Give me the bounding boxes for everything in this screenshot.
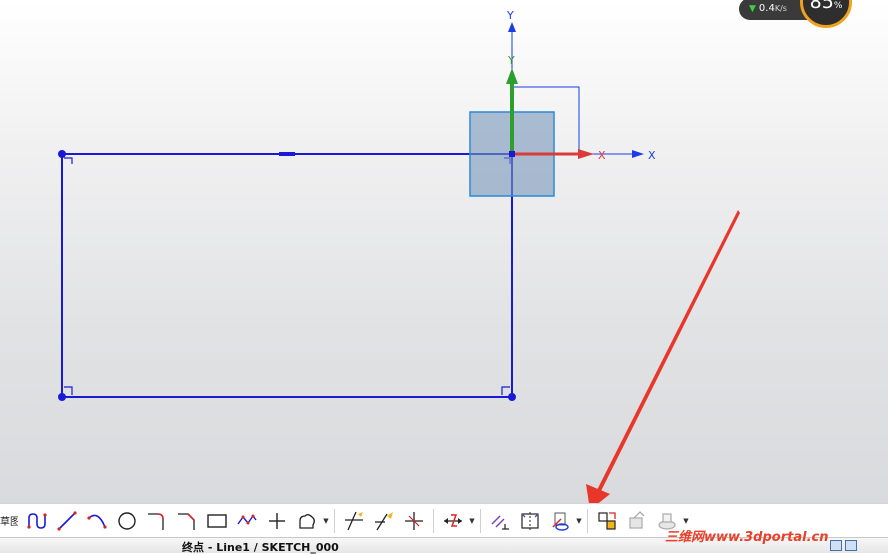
annotation-arrow-head-icon — [586, 484, 610, 503]
sketch-vertex[interactable] — [58, 150, 66, 158]
selection-filter-icon[interactable] — [830, 540, 842, 551]
point-icon — [269, 512, 285, 529]
x-axis-label: X — [648, 149, 656, 162]
status-icons — [830, 540, 857, 551]
y-axis-arrow-icon — [508, 22, 516, 32]
polygon-button[interactable] — [234, 508, 260, 534]
show-sketch-constraints-icon — [552, 512, 569, 531]
dropdown-arrow-icon: ▼ — [469, 516, 475, 525]
horizontal-constraint-icon — [279, 152, 295, 156]
sketch-vertex[interactable] — [58, 393, 66, 401]
sketch-rectangle[interactable] — [61, 153, 513, 398]
offset-curve-icon — [299, 513, 315, 529]
graphics-viewport[interactable]: Y X X Y ▼ 0.4K/s 85% — [0, 0, 888, 503]
geometric-constraints-button[interactable] — [487, 508, 513, 534]
make-corner-button[interactable] — [401, 508, 427, 534]
x-handle-label: X — [598, 149, 606, 162]
download-arrow-icon: ▼ — [749, 4, 756, 14]
window-layout-icon[interactable] — [845, 540, 857, 551]
line-icon — [57, 510, 77, 531]
x-axis-arrow-icon — [632, 150, 644, 158]
rectangle-button[interactable] — [204, 508, 230, 534]
point-button[interactable] — [264, 508, 290, 534]
toolbar-separator — [587, 508, 588, 533]
arc-button[interactable] — [84, 508, 110, 534]
make-symmetric-icon — [521, 511, 539, 530]
chamfer-button[interactable] — [174, 508, 200, 534]
geometric-constraints-icon — [491, 515, 509, 530]
perpendicular-constraint-icon — [501, 386, 510, 395]
fillet-icon — [148, 512, 164, 530]
x-handle-arrow-icon[interactable] — [578, 149, 594, 159]
y-handle-label: Y — [507, 54, 515, 67]
profile-button[interactable] — [24, 508, 50, 534]
inferred-constraints-button[interactable] — [624, 508, 650, 534]
profile-icon — [27, 512, 47, 529]
quick-extend-icon — [375, 511, 393, 530]
network-speed-value: 0.4 — [758, 3, 775, 14]
line-button[interactable] — [54, 508, 80, 534]
dimension-dropdown[interactable]: ▼ — [468, 508, 476, 534]
fillet-button[interactable] — [144, 508, 170, 534]
network-speed-widget[interactable]: ▼ 0.4K/s 85% — [739, 0, 857, 36]
toolbar-separator — [433, 508, 434, 533]
percent-sign: % — [833, 1, 843, 11]
y-axis-label: Y — [506, 9, 514, 22]
rapid-dimension-button[interactable] — [440, 508, 466, 534]
quick-trim-button[interactable] — [341, 508, 367, 534]
circle-button[interactable] — [114, 508, 140, 534]
circle-icon — [118, 511, 136, 530]
alternate-solution-icon — [598, 511, 616, 530]
watermark-text: 三维网www.3dportal.cn — [665, 530, 829, 545]
constraint-dropdown[interactable]: ▼ — [575, 508, 583, 534]
sketch-vertex[interactable] — [508, 393, 516, 401]
rectangle-icon — [207, 513, 227, 528]
alternate-solution-button[interactable] — [594, 508, 620, 534]
memory-usage-circle[interactable]: 85% — [800, 0, 852, 28]
offset-curve-button[interactable] — [294, 508, 320, 534]
sketch-origin-marker[interactable] — [509, 151, 515, 157]
perpendicular-constraint-icon — [64, 157, 73, 164]
perpendicular-constraint-icon — [64, 386, 73, 395]
toolbar-separator — [480, 508, 481, 533]
dropdown-arrow-icon: ▼ — [323, 516, 329, 525]
quick-extend-button[interactable] — [371, 508, 397, 534]
quick-trim-icon — [345, 511, 363, 530]
toolbar-separator — [334, 508, 335, 533]
network-speed-unit: K/s — [774, 4, 787, 13]
y-handle-arrow-icon[interactable] — [506, 68, 518, 84]
dropdown-arrow-icon: ▼ — [683, 516, 689, 525]
studio-spline-icon — [237, 514, 257, 524]
show-sketch-constraints-button[interactable] — [547, 508, 573, 534]
make-corner-icon — [405, 511, 423, 530]
toolbar-title: 草图 — [0, 517, 18, 528]
rapid-dimension-icon — [444, 513, 462, 527]
chamfer-icon — [178, 512, 195, 530]
annotation-arrow — [586, 210, 740, 503]
sketch-canvas[interactable]: Y X X Y — [0, 0, 888, 503]
inferred-constraints-icon — [629, 510, 645, 529]
curve-dropdown[interactable]: ▼ — [322, 508, 330, 534]
memory-usage-percent: 85 — [809, 0, 834, 13]
make-symmetric-button[interactable] — [517, 508, 543, 534]
arc-icon — [87, 514, 107, 529]
dropdown-arrow-icon: ▼ — [576, 516, 582, 525]
